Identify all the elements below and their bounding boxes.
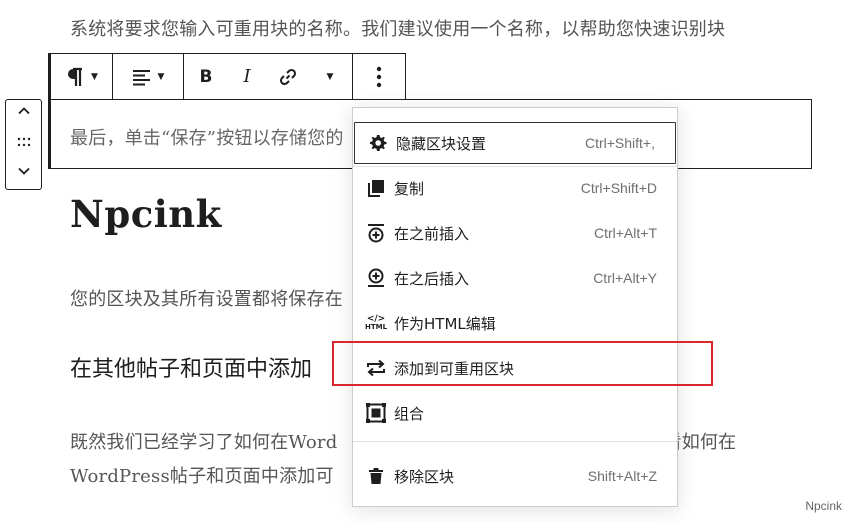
paragraph-top: 系统将要求您输入可重用块的名称。我们建议使用一个名称，以帮助您快速识别块 — [70, 19, 726, 40]
heading-sub: 在其他帖子和页面中添加 — [70, 357, 313, 382]
watermark: Npcink — [805, 499, 842, 513]
vertical-ellipsis-icon — [376, 66, 382, 87]
caret-down-icon: ▼ — [91, 71, 98, 82]
link-button[interactable] — [266, 54, 310, 99]
menu-item-shortcut: Shift+Alt+Z — [587, 468, 657, 484]
chevron-up-icon — [17, 107, 30, 115]
menu-item-group[interactable]: 组合 — [353, 392, 677, 434]
caret-down-icon: ▼ — [157, 71, 165, 82]
menu-item-duplicate[interactable]: 复制 Ctrl+Shift+D — [353, 167, 677, 209]
align-group: ▼ — [113, 54, 184, 99]
menu-item-label: 隐藏区块设置 — [396, 134, 487, 153]
menu-item-shortcut: Ctrl+Shift+, — [584, 135, 655, 151]
block-type-group: ▼ — [51, 54, 113, 99]
move-down-button[interactable] — [6, 164, 41, 182]
block-options-menu: 隐藏区块设置 Ctrl+Shift+, 复制 Ctrl+Shift+D 在之前插… — [352, 107, 678, 507]
block-toolbar: ▼ ▼ B I ▼ — [48, 53, 406, 100]
link-icon — [279, 68, 297, 85]
bold-button[interactable]: B — [184, 54, 228, 99]
heading-main: Npcink — [70, 192, 222, 236]
format-group: B I ▼ — [184, 54, 353, 99]
menu-item-shortcut: Ctrl+Alt+Y — [593, 270, 657, 286]
menu-item-insert-after[interactable]: 在之后插入 Ctrl+Alt+Y — [353, 257, 677, 299]
duplicate-icon — [366, 178, 386, 198]
menu-item-label: 组合 — [394, 404, 425, 423]
block-type-button[interactable]: ▼ — [51, 54, 112, 99]
html-icon-text: HTML — [364, 323, 388, 331]
chevron-down-icon — [17, 167, 30, 175]
paragraph-bottom-line2: WordPress帖子和页面中添加可 — [70, 466, 334, 487]
menu-item-shortcut: Ctrl+Alt+T — [593, 225, 657, 241]
more-rich-text-button[interactable]: ▼ — [310, 54, 350, 99]
move-up-button[interactable] — [6, 104, 41, 122]
group-icon — [366, 403, 386, 423]
html-icon: </> HTML — [364, 314, 388, 331]
caret-down-icon: ▼ — [326, 71, 334, 82]
menu-divider — [353, 441, 677, 442]
menu-item-label: 复制 — [394, 179, 425, 198]
menu-item-shortcut: Ctrl+Shift+D — [580, 180, 657, 196]
selected-paragraph[interactable]: 最后，单击“保存”按钮以存储您的 — [70, 124, 344, 150]
gear-icon — [368, 133, 388, 153]
align-left-icon — [132, 69, 150, 85]
menu-item-label: 作为HTML编辑 — [394, 314, 496, 333]
more-options-button[interactable] — [353, 54, 405, 99]
menu-item-label: 移除区块 — [394, 467, 455, 486]
menu-item-label: 在之前插入 — [394, 224, 470, 243]
block-mover — [5, 99, 42, 190]
italic-button[interactable]: I — [228, 54, 266, 99]
menu-item-hide-settings[interactable]: 隐藏区块设置 Ctrl+Shift+, — [354, 122, 676, 164]
menu-item-insert-before[interactable]: 在之前插入 Ctrl+Alt+T — [353, 212, 677, 254]
drag-handle-icon — [17, 137, 30, 147]
trash-icon — [366, 466, 386, 486]
menu-item-edit-html[interactable]: </> HTML 作为HTML编辑 — [353, 302, 677, 344]
annotation-highlight-box — [332, 341, 713, 386]
options-group — [353, 54, 405, 99]
menu-item-remove[interactable]: 移除区块 Shift+Alt+Z — [353, 455, 677, 497]
align-button[interactable]: ▼ — [113, 54, 183, 99]
insert-before-icon — [366, 223, 386, 243]
menu-item-label: 在之后插入 — [394, 269, 470, 288]
paragraph-saved: 您的区块及其所有设置都将保存在 — [70, 289, 343, 310]
drag-handle[interactable] — [6, 136, 41, 150]
pilcrow-icon — [68, 67, 83, 86]
insert-after-icon — [366, 268, 386, 288]
